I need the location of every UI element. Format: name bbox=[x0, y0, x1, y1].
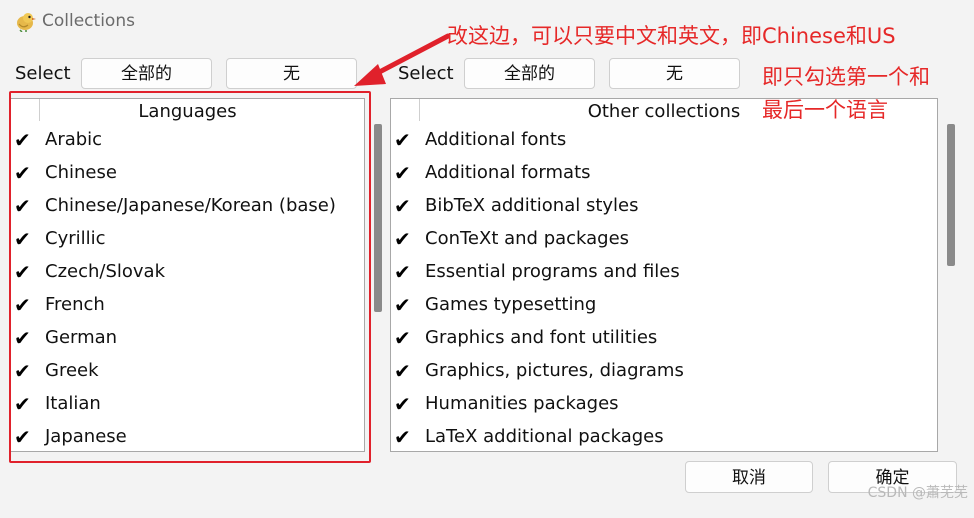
checkmark-icon[interactable]: ✔ bbox=[394, 261, 411, 283]
annotation-highlight-box bbox=[9, 91, 371, 463]
list-item-label: Graphics and font utilities bbox=[425, 327, 658, 348]
other-collections-scrollbar-thumb[interactable] bbox=[947, 124, 955, 266]
list-item[interactable]: ✔ Additional formats bbox=[391, 158, 937, 191]
list-item[interactable]: ✔ LaTeX additional packages bbox=[391, 422, 937, 451]
checkmark-icon[interactable]: ✔ bbox=[394, 162, 411, 184]
list-item-label: Graphics, pictures, diagrams bbox=[425, 360, 684, 381]
checkmark-icon[interactable]: ✔ bbox=[394, 195, 411, 217]
languages-scrollbar[interactable] bbox=[372, 122, 384, 402]
list-item[interactable]: ✔ BibTeX additional styles bbox=[391, 191, 937, 224]
list-item-label: LaTeX additional packages bbox=[425, 426, 664, 447]
cancel-button[interactable]: 取消 bbox=[685, 461, 813, 493]
list-item-label: Additional formats bbox=[425, 162, 591, 183]
background-window-fragment bbox=[10, 506, 70, 518]
list-item-label: Additional fonts bbox=[425, 129, 567, 150]
list-item-label: ConTeXt and packages bbox=[425, 228, 630, 249]
list-item[interactable]: ✔ Additional fonts bbox=[391, 125, 937, 158]
annotation-line-2: 即只勾选第一个和 bbox=[762, 65, 930, 89]
list-item-label: Humanities packages bbox=[425, 393, 619, 414]
annotation-line-3: 最后一个语言 bbox=[762, 98, 888, 122]
checkmark-icon[interactable]: ✔ bbox=[394, 327, 411, 349]
right-select-none-button[interactable]: 无 bbox=[609, 58, 740, 89]
checkmark-icon[interactable]: ✔ bbox=[394, 294, 411, 316]
left-select-label: Select bbox=[15, 63, 71, 84]
list-item[interactable]: ✔ Essential programs and files bbox=[391, 257, 937, 290]
bird-app-icon bbox=[17, 13, 36, 32]
annotation-line-1: 改这边，可以只要中文和英文，即Chinese和US bbox=[447, 24, 896, 48]
list-item-label: BibTeX additional styles bbox=[425, 195, 639, 216]
list-item[interactable]: ✔ Humanities packages bbox=[391, 389, 937, 422]
annotation-arrow-icon bbox=[354, 33, 451, 86]
list-item[interactable]: ✔ Graphics and font utilities bbox=[391, 323, 937, 356]
right-select-all-button[interactable]: 全部的 bbox=[464, 58, 595, 89]
list-item[interactable]: ✔ ConTeXt and packages bbox=[391, 224, 937, 257]
other-collections-list[interactable]: Other collections ✔ Additional fonts ✔ Addi… bbox=[390, 98, 938, 452]
checkmark-icon[interactable]: ✔ bbox=[394, 360, 411, 382]
list-item-label: Essential programs and files bbox=[425, 261, 680, 282]
checkmark-icon[interactable]: ✔ bbox=[394, 393, 411, 415]
list-item[interactable]: ✔ Games typesetting bbox=[391, 290, 937, 323]
checkmark-icon[interactable]: ✔ bbox=[394, 129, 411, 151]
checkmark-icon[interactable]: ✔ bbox=[394, 426, 411, 448]
window-title: Collections bbox=[42, 11, 135, 31]
other-collections-scrollbar[interactable] bbox=[945, 122, 957, 402]
list-item[interactable]: ✔ Graphics, pictures, diagrams bbox=[391, 356, 937, 389]
left-select-none-button[interactable]: 无 bbox=[226, 58, 357, 89]
checkmark-icon[interactable]: ✔ bbox=[394, 228, 411, 250]
watermark: CSDN @蕭芜芜 bbox=[867, 485, 968, 501]
left-select-all-button[interactable]: 全部的 bbox=[81, 58, 212, 89]
list-item-label: Games typesetting bbox=[425, 294, 597, 315]
languages-scrollbar-thumb[interactable] bbox=[374, 124, 382, 312]
